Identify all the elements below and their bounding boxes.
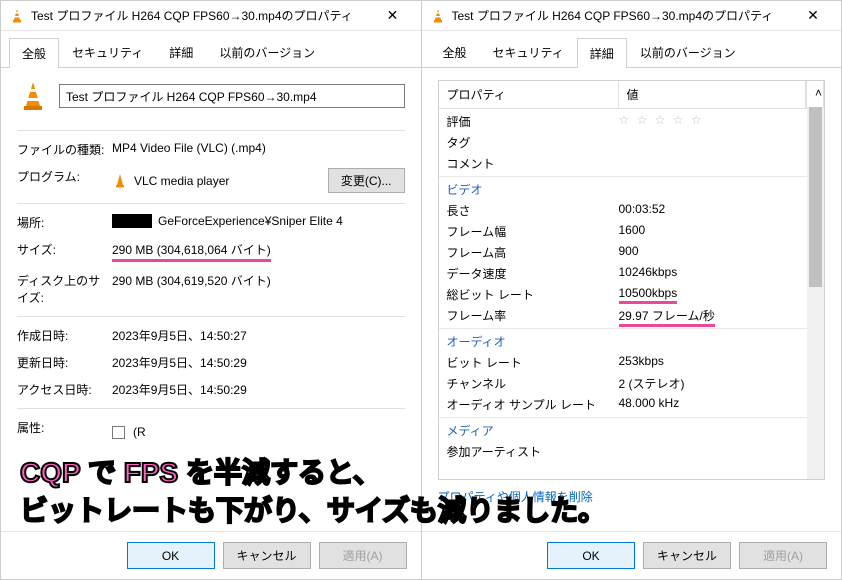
scrollbar[interactable] [807,107,824,479]
vlc-icon [9,8,25,24]
close-button[interactable]: ✕ [793,2,833,30]
apply-button[interactable]: 適用(A) [319,542,407,569]
audiobitrate-label: ビット レート [447,354,619,371]
tab-previous-versions[interactable]: 以前のバージョン [627,37,749,67]
datarate-label: データ速度 [447,265,619,282]
artist-label: 参加アーティスト [447,443,619,460]
titlebar: Test プロファイル H264 CQP FPS60→30.mp4のプロパティ … [422,1,842,31]
tab-general[interactable]: 全般 [430,37,480,67]
vlc-cone-icon [17,80,49,112]
length-label: 長さ [447,202,619,219]
properties-window-details: Test プロファイル H264 CQP FPS60→30.mp4のプロパティ … [421,0,842,580]
change-program-button[interactable]: 変更(C)... [328,168,405,193]
tab-previous-versions[interactable]: 以前のバージョン [206,37,328,67]
window-title: Test プロファイル H264 CQP FPS60→30.mp4のプロパティ [31,7,373,24]
created-value: 2023年9月5日、14:50:27 [112,327,405,344]
rating-label: 評価 [447,113,619,130]
tab-security[interactable]: セキュリティ [480,37,577,67]
accessed-value: 2023年9月5日、14:50:29 [112,381,405,398]
filetype-label: ファイルの種類: [17,141,112,158]
video-section: ビデオ [447,181,619,198]
length-value: 00:03:52 [619,202,817,219]
vlc-small-icon [112,173,128,189]
audiobitrate-value: 253kbps [619,354,817,371]
frameheight-label: フレーム高 [447,244,619,261]
dialog-footer: OK キャンセル 適用(A) [422,531,842,579]
channels-label: チャンネル [447,375,619,392]
vlc-icon [430,8,446,24]
window-title: Test プロファイル H264 CQP FPS60→30.mp4のプロパティ [452,7,794,24]
apply-button[interactable]: 適用(A) [739,542,827,569]
filetype-value: MP4 Video File (VLC) (.mp4) [112,141,405,155]
totalbitrate-value: 10500kbps [619,286,817,303]
program-value: VLC media player [134,174,229,188]
tab-details[interactable]: 詳細 [577,38,627,68]
scroll-up-icon[interactable]: ˄ [806,81,824,108]
header-property[interactable]: プロパティ [439,81,619,108]
rating-stars[interactable]: ☆ ☆ ☆ ☆ ☆ [619,113,817,130]
size-label: サイズ: [17,241,112,258]
totalbitrate-label: 総ビット レート [447,286,619,303]
location-label: 場所: [17,214,112,231]
modified-label: 更新日時: [17,354,112,371]
tag-label: タグ [447,134,619,151]
attrs-label: 属性: [17,419,112,436]
scrollbar-thumb[interactable] [809,107,822,287]
media-section: メディア [447,422,619,439]
framerate-value: 29.97 フレーム/秒 [619,307,817,324]
cancel-button[interactable]: キャンセル [643,542,731,569]
details-content: プロパティ 値 ˄ 評価☆ ☆ ☆ ☆ ☆ タグ コメント ビデオ 長さ00:0… [422,68,842,531]
tab-bar: 全般 セキュリティ 詳細 以前のバージョン [422,31,842,68]
channels-value: 2 (ステレオ) [619,375,817,392]
location-value: GeForceExperience¥Sniper Elite 4 [112,214,405,228]
samplerate-value: 48.000 kHz [619,396,817,413]
framerate-label: フレーム率 [447,307,619,324]
samplerate-label: オーディオ サンプル レート [447,396,619,413]
readonly-checkbox[interactable] [112,426,125,439]
properties-window-general: Test プロファイル H264 CQP FPS60→30.mp4のプロパティ … [0,0,421,580]
comment-label: コメント [447,155,619,172]
titlebar: Test プロファイル H264 CQP FPS60→30.mp4のプロパティ … [1,1,421,31]
disksize-value: 290 MB (304,619,520 バイト) [112,272,405,289]
general-content: ファイルの種類:MP4 Video File (VLC) (.mp4) プログラ… [1,68,421,531]
ok-button[interactable]: OK [547,542,635,569]
tab-bar: 全般 セキュリティ 詳細 以前のバージョン [1,31,421,68]
created-label: 作成日時: [17,327,112,344]
attrs-value: (R [112,425,405,439]
disksize-label: ディスク上のサイズ: [17,272,112,306]
framewidth-value: 1600 [619,223,817,240]
framewidth-label: フレーム幅 [447,223,619,240]
filename-input[interactable] [59,84,405,108]
dialog-footer: OK キャンセル 適用(A) [1,531,421,579]
modified-value: 2023年9月5日、14:50:29 [112,354,405,371]
ok-button[interactable]: OK [127,542,215,569]
frameheight-value: 900 [619,244,817,261]
program-label: プログラム: [17,168,112,185]
redacted-path [112,214,152,228]
listview-header: プロパティ 値 ˄ [439,81,825,109]
tab-security[interactable]: セキュリティ [59,37,156,67]
size-value: 290 MB (304,618,064 バイト) [112,241,405,262]
datarate-value: 10246kbps [619,265,817,282]
tab-general[interactable]: 全般 [9,38,59,68]
accessed-label: アクセス日時: [17,381,112,398]
cancel-button[interactable]: キャンセル [223,542,311,569]
remove-properties-link[interactable]: プロパティや個人情報を削除 [438,488,593,505]
close-button[interactable]: ✕ [373,2,413,30]
details-listview[interactable]: プロパティ 値 ˄ 評価☆ ☆ ☆ ☆ ☆ タグ コメント ビデオ 長さ00:0… [438,80,826,480]
header-value[interactable]: 値 [619,81,807,108]
audio-section: オーディオ [447,333,619,350]
tab-details[interactable]: 詳細 [156,37,206,67]
